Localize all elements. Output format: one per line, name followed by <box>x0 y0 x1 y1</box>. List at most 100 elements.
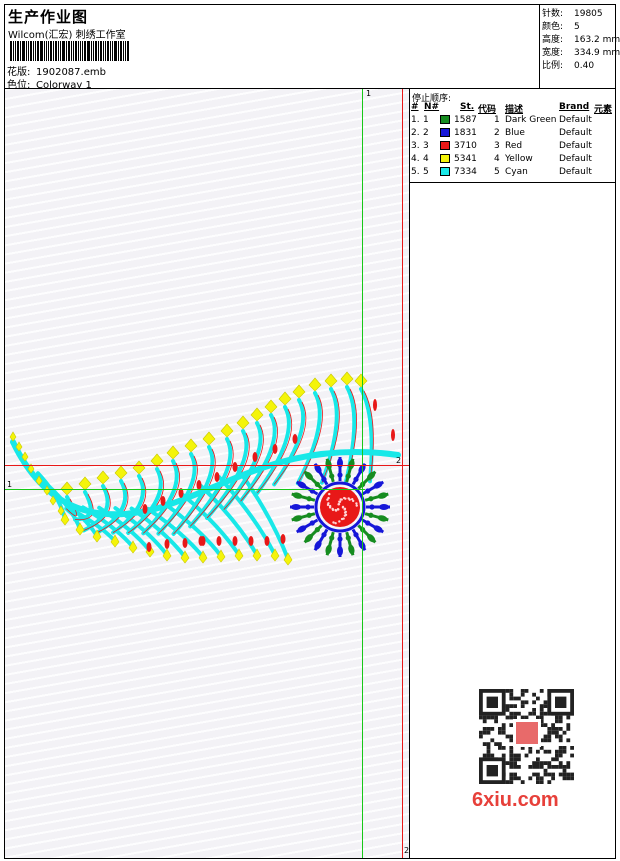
qr-module <box>532 700 536 705</box>
qr-module <box>486 742 491 746</box>
qr-module <box>486 730 491 735</box>
qr-module <box>501 730 506 735</box>
row-brand: Default <box>559 128 592 138</box>
qr-module <box>566 723 571 727</box>
qr-module <box>536 772 540 777</box>
barcode-bar <box>84 41 86 61</box>
barcode-bar <box>48 41 49 61</box>
flower-dot <box>314 527 320 533</box>
qr-module <box>532 708 536 712</box>
row-description: Red <box>505 141 523 151</box>
stat-value: 163.2 mm <box>574 35 620 45</box>
flower-motif <box>290 457 390 557</box>
flower-dot <box>368 512 374 518</box>
table-row: 1. 1 1587 1 Dark Green Default <box>410 115 615 128</box>
qr-module <box>555 719 559 724</box>
qr-module <box>543 768 548 773</box>
row-stitches: 3710 <box>454 141 477 151</box>
qr-module <box>520 700 525 705</box>
row-index: 1. <box>411 115 420 125</box>
barcode-bar <box>82 41 83 61</box>
qr-module <box>551 757 555 762</box>
yellow-tips <box>9 371 368 566</box>
flower-dot <box>329 473 335 479</box>
barcode-bar <box>75 41 77 61</box>
qr-module <box>547 738 552 743</box>
stat-label: 宽度: <box>542 48 564 58</box>
qr-module <box>501 753 506 758</box>
qr-module <box>513 776 517 781</box>
row-description: Blue <box>505 128 525 138</box>
flower-dot <box>353 532 359 538</box>
qr-module <box>528 749 533 754</box>
barcode <box>10 41 145 61</box>
stats-box: 针数: 19805 颜色: 5 高度: 163.2 mm 宽度: 334.9 mm 比例… <box>539 5 620 89</box>
qr-module <box>524 715 529 720</box>
row-brand: Default <box>559 115 592 125</box>
row-index: 4. <box>411 154 420 164</box>
red-drop <box>252 452 258 462</box>
qr-module <box>566 772 571 777</box>
qr-module <box>479 734 483 739</box>
barcode-bar <box>33 41 34 61</box>
row-code: 1 <box>494 115 500 125</box>
yellow-tip <box>132 460 146 475</box>
qr-module <box>539 765 544 769</box>
qr-module <box>494 742 498 746</box>
barcode-bar <box>100 41 102 61</box>
row-code: 5 <box>494 167 500 177</box>
qr-module <box>532 711 536 716</box>
flower-center-stitch <box>337 502 341 506</box>
barcode-bar <box>91 41 92 61</box>
qr-module <box>528 765 533 769</box>
qr-module <box>513 765 517 769</box>
qr-module <box>562 765 567 769</box>
row-stitches: 5341 <box>454 154 477 164</box>
qr-module <box>566 727 571 731</box>
qr-module <box>520 704 525 708</box>
qr-module <box>543 761 548 765</box>
stat-value: 5 <box>574 22 580 32</box>
qr-module <box>513 757 517 762</box>
qr-module <box>490 753 495 758</box>
yellow-tip <box>202 431 216 446</box>
qr-module <box>536 780 540 784</box>
row-needle: 5 <box>423 167 429 177</box>
qr-module <box>505 761 510 765</box>
qr-module <box>517 696 521 701</box>
yellow-tip <box>184 438 198 453</box>
barcode-bar <box>95 41 97 61</box>
qr-module <box>562 776 567 781</box>
col-header-index: # <box>411 102 419 112</box>
qr-finder-core <box>486 696 498 708</box>
row-description: Yellow <box>505 154 533 164</box>
flower-center-stitch <box>344 497 347 500</box>
barcode-bar <box>15 41 16 61</box>
color-swatch <box>440 167 450 176</box>
qr-module <box>536 757 540 762</box>
qr-module <box>562 730 567 735</box>
qr-module <box>558 738 563 743</box>
qr-module <box>513 772 517 777</box>
stat-label: 高度: <box>542 35 564 45</box>
barcode-bar <box>123 41 124 61</box>
qr-module <box>570 746 574 750</box>
qr-module <box>539 708 544 712</box>
qr-module <box>505 715 510 720</box>
flower-dot <box>345 473 351 479</box>
stat-width: 宽度: 334.9 mm <box>542 45 620 58</box>
red-drop <box>391 429 395 441</box>
row-code: 4 <box>494 154 500 164</box>
red-drop <box>182 538 188 548</box>
qr-module <box>486 746 491 750</box>
qr-code <box>469 683 583 803</box>
red-drop <box>373 399 377 411</box>
qr-module <box>505 704 510 708</box>
qr-module <box>558 753 563 758</box>
flower-center-stitch <box>340 498 343 501</box>
flower-center-stitch <box>328 492 331 496</box>
qr-module <box>482 730 487 735</box>
stat-label: 颜色: <box>542 22 564 32</box>
qr-module <box>547 761 552 765</box>
flower-petal <box>337 546 343 556</box>
